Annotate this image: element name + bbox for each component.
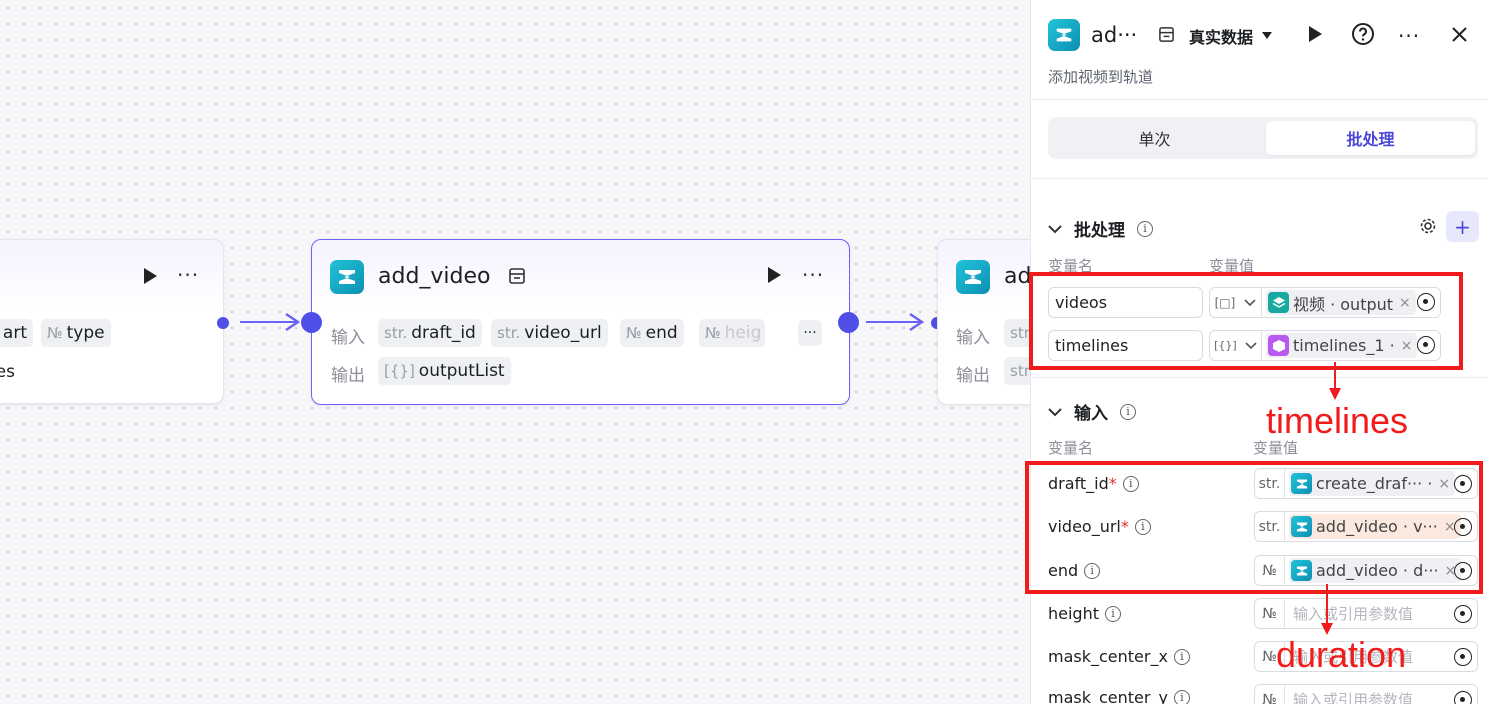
- inputs-heading: 输入: [1074, 404, 1108, 424]
- more-options-icon[interactable]: ···: [177, 265, 199, 285]
- panel-title[interactable]: ad···: [1091, 23, 1137, 47]
- node-title: ad: [1004, 264, 1032, 289]
- play-icon[interactable]: [765, 266, 783, 284]
- output-port-left[interactable]: [217, 317, 229, 329]
- workflow-node-left[interactable]: ··· art № type es: [0, 239, 224, 404]
- input-tag-height: № heig: [699, 319, 765, 347]
- chevron-down-icon: [1048, 407, 1062, 416]
- input-row-label: 输入: [956, 328, 990, 348]
- info-icon: i: [1120, 403, 1136, 420]
- annotation-label-duration: duration: [1276, 634, 1407, 675]
- node-title: add_video: [378, 264, 491, 289]
- play-icon[interactable]: [141, 267, 159, 285]
- annotation-label-timelines: timelines: [1266, 400, 1409, 441]
- input-tag-start: art: [0, 319, 33, 347]
- param-name-mask-center-x: mask_center_x i: [1048, 647, 1190, 666]
- capcut-logo-icon: [956, 260, 990, 294]
- param-name-height: height i: [1048, 604, 1121, 623]
- dataset-label: 真实数据: [1189, 28, 1254, 47]
- annotation-box-batch: [1029, 272, 1463, 370]
- type-label: №: [1255, 599, 1285, 628]
- annotation-box-inputs: [1025, 461, 1483, 594]
- input-tag-video-url: str. video_url: [491, 319, 608, 347]
- param-value-height[interactable]: № 输入或引用参数值: [1254, 598, 1478, 629]
- info-icon: i: [1173, 648, 1190, 665]
- output-row-label: 输出: [331, 366, 365, 386]
- reference-picker-icon[interactable]: [1454, 691, 1472, 704]
- divider: [1031, 99, 1488, 100]
- reference-picker-icon[interactable]: [1454, 648, 1472, 666]
- input-row-label: 输入: [331, 328, 365, 348]
- info-icon: i: [1173, 689, 1190, 704]
- capcut-logo-icon: [330, 260, 364, 294]
- param-name-mask-center-y: mask_center_y i: [1048, 688, 1190, 704]
- param-input-placeholder[interactable]: 输入或引用参数值: [1293, 689, 1413, 704]
- info-icon: i: [1105, 605, 1121, 622]
- more-options-icon[interactable]: ···: [802, 265, 824, 285]
- divider: [1031, 178, 1488, 179]
- annotation-arrow-line: [1326, 584, 1328, 624]
- input-port-main[interactable]: [301, 312, 322, 333]
- output-row-label: 输出: [956, 366, 990, 386]
- add-batch-variable-button[interactable]: +: [1446, 211, 1479, 242]
- store-icon: [509, 268, 525, 284]
- input-tag-end: № end: [620, 319, 684, 347]
- column-header-name: 变量名: [1048, 439, 1094, 457]
- input-tag-draft-id: str. draft_id: [378, 319, 482, 347]
- close-icon[interactable]: [1451, 26, 1468, 43]
- play-icon[interactable]: [1306, 25, 1324, 43]
- batch-heading: 批处理: [1074, 221, 1125, 241]
- input-tag-type: № type: [41, 319, 111, 347]
- mode-tabs: 单次 批处理: [1048, 117, 1478, 159]
- arrowhead-icon: [285, 312, 300, 332]
- caret-down-icon: [1262, 32, 1273, 39]
- help-icon[interactable]: [1351, 22, 1375, 46]
- type-label: №: [1255, 685, 1285, 704]
- reference-picker-icon[interactable]: [1454, 605, 1472, 623]
- inputs-section-header[interactable]: 输入 i: [1048, 399, 1136, 424]
- info-icon: i: [1137, 220, 1153, 237]
- capcut-logo-icon: [1048, 19, 1080, 51]
- workflow-node-add-video[interactable]: add_video ··· 输入 str. draft_id str. video_…: [311, 239, 850, 405]
- output-tag-es: es: [0, 362, 15, 382]
- arrowhead-icon: [909, 312, 924, 332]
- tab-single[interactable]: 单次: [1050, 121, 1259, 155]
- output-tag-outputlist: [{}] outputList: [378, 357, 511, 385]
- output-port-main[interactable]: [838, 312, 859, 333]
- dataset-select[interactable]: 真实数据: [1189, 24, 1273, 48]
- param-value-mask-center-y[interactable]: № 输入或引用参数值: [1254, 684, 1478, 704]
- gear-icon[interactable]: [1419, 217, 1437, 235]
- annotation-arrowhead-icon: [1329, 388, 1341, 400]
- chevron-down-icon: [1048, 224, 1062, 233]
- tab-batch[interactable]: 批处理: [1266, 121, 1475, 155]
- more-options-icon[interactable]: ···: [1398, 24, 1420, 48]
- panel-subtitle: 添加视频到轨道: [1048, 68, 1154, 86]
- batch-section-header[interactable]: 批处理 i: [1048, 216, 1153, 241]
- param-input-placeholder[interactable]: 输入或引用参数值: [1293, 603, 1413, 624]
- more-inputs-button[interactable]: ···: [798, 320, 822, 346]
- store-icon: [1159, 27, 1174, 42]
- divider: [1031, 377, 1488, 378]
